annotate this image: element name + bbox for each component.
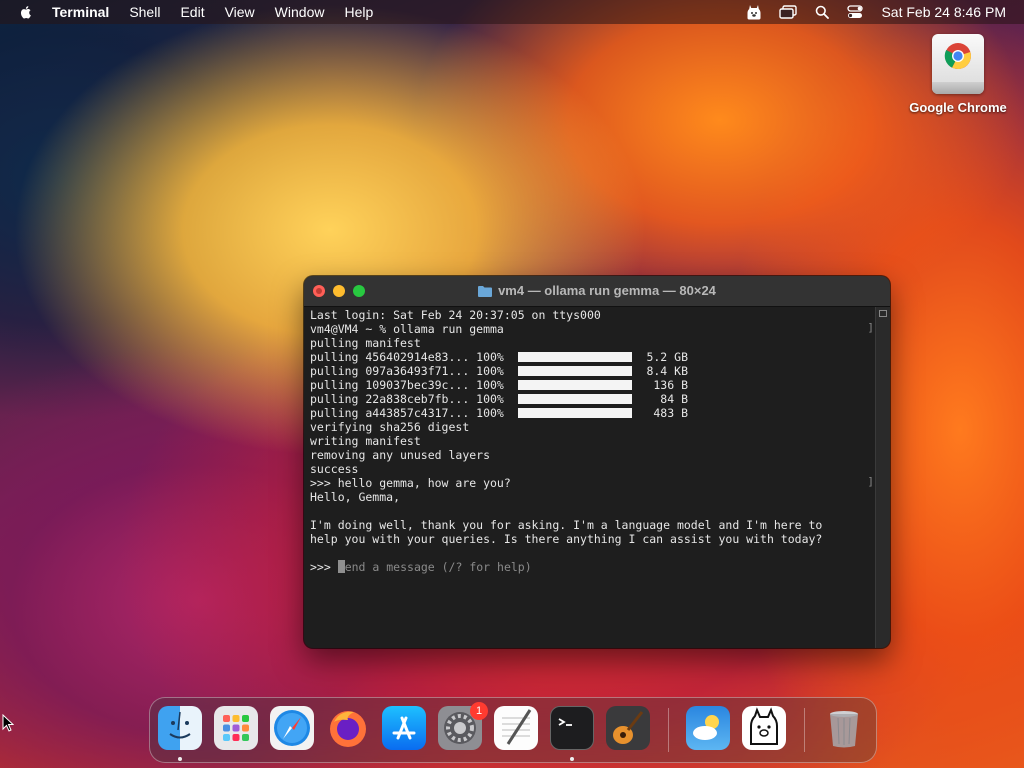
- progress-bar: [518, 394, 632, 404]
- progress-bar: [518, 408, 632, 418]
- mark-bracket: ]: [867, 321, 874, 334]
- dock-trash-icon[interactable]: [822, 706, 866, 750]
- textedit-icon: [502, 709, 532, 745]
- window-title-text: vm4 — ollama run gemma — 80×24: [498, 283, 716, 298]
- progress-bar: [518, 380, 632, 390]
- finder-face-icon: [169, 711, 191, 739]
- terminal-line: Last login: Sat Feb 24 20:37:05 on ttys0…: [310, 308, 601, 322]
- dock-separator: [668, 708, 669, 752]
- menu-edit[interactable]: Edit: [180, 0, 204, 24]
- spotlight-search-icon[interactable]: [815, 5, 830, 19]
- scrollbar[interactable]: [875, 307, 890, 648]
- pull-progress-line: pulling 22a838ceb7fb... 100% 84 B: [310, 392, 870, 406]
- menu-bar: Terminal Shell Edit View Window Help Sat…: [0, 0, 1024, 24]
- trash-icon: [830, 711, 858, 748]
- terminal-output[interactable]: Last login: Sat Feb 24 20:37:05 on ttys0…: [304, 307, 876, 648]
- dock-app-store-icon[interactable]: [382, 706, 426, 750]
- terminal-line: pulling manifest: [310, 336, 421, 350]
- launchpad-grid-icon: [223, 715, 249, 741]
- model-response-line: Hello, Gemma,: [310, 490, 401, 504]
- apple-menu-icon[interactable]: [18, 4, 34, 20]
- dock-weather-icon[interactable]: [686, 706, 730, 750]
- dock-textedit-icon[interactable]: [494, 706, 538, 750]
- pull-layer-size: 84 B: [660, 392, 688, 406]
- menu-help[interactable]: Help: [344, 0, 373, 24]
- pull-layer-label: pulling 109037bec39c... 100%: [310, 378, 504, 392]
- terminal-line: success: [310, 462, 359, 476]
- terminal-window[interactable]: vm4 — ollama run gemma — 80×24 Last logi…: [304, 276, 890, 648]
- mark-bracket: ]: [867, 475, 874, 488]
- pull-layer-size: 5.2 GB: [646, 350, 688, 364]
- message-input-placeholder[interactable]: end a message (/? for help): [345, 560, 532, 574]
- firefox-icon: [330, 711, 366, 747]
- menu-bar-clock[interactable]: Sat Feb 24 8:46 PM: [881, 4, 1006, 20]
- dock-ollama-icon[interactable]: [742, 706, 786, 750]
- app-store-icon: [392, 716, 416, 740]
- safari-compass-icon: [274, 710, 310, 746]
- pull-progress-line: pulling a443857c4317... 100% 483 B: [310, 406, 870, 420]
- drive-icon: [932, 34, 984, 94]
- terminal-line: vm4@VM4 ~ % ollama run gemma: [310, 322, 504, 336]
- dock-system-settings-icon[interactable]: 1: [438, 702, 488, 750]
- prompt-symbol: >>>: [310, 560, 338, 574]
- dock-terminal-icon[interactable]: [550, 706, 594, 750]
- screen-mirroring-icon[interactable]: [779, 5, 798, 19]
- llama-icon: [750, 707, 778, 745]
- pull-progress-line: pulling 456402914e83... 100% 5.2 GB: [310, 350, 870, 364]
- folder-icon: [478, 285, 493, 297]
- split-view-icon[interactable]: [879, 310, 887, 317]
- pull-layer-label: pulling 456402914e83... 100%: [310, 350, 504, 364]
- model-response-line: help you with your queries. Is there any…: [310, 532, 823, 546]
- dock-finder-icon[interactable]: [158, 706, 202, 750]
- mouse-pointer-icon: [2, 714, 14, 732]
- window-title: vm4 — ollama run gemma — 80×24: [304, 276, 890, 306]
- notification-badge: 1: [470, 702, 488, 720]
- terminal-prompt-icon: [558, 718, 572, 726]
- dock-garageband-icon[interactable]: [606, 706, 650, 750]
- menu-window[interactable]: Window: [275, 0, 325, 24]
- menu-view[interactable]: View: [225, 0, 255, 24]
- dock: 1: [149, 697, 877, 763]
- control-center-icon[interactable]: [847, 5, 864, 19]
- progress-bar: [518, 366, 632, 376]
- pull-layer-size: 136 B: [653, 378, 688, 392]
- menu-shell[interactable]: Shell: [129, 0, 160, 24]
- text-cursor: [337, 560, 345, 573]
- desktop-icon-google-chrome[interactable]: Google Chrome: [906, 34, 1010, 115]
- chat-input-line[interactable]: >>> end a message (/? for help): [310, 560, 870, 574]
- model-response-line: I'm doing well, thank you for asking. I'…: [310, 518, 823, 532]
- terminal-line: verifying sha256 digest: [310, 420, 470, 434]
- ollama-menu-icon[interactable]: [747, 4, 761, 20]
- user-prompt-line: >>> hello gemma, how are you?: [310, 476, 511, 490]
- window-titlebar[interactable]: vm4 — ollama run gemma — 80×24: [304, 276, 890, 307]
- app-menu-terminal[interactable]: Terminal: [52, 0, 109, 24]
- desktop-icon-label: Google Chrome: [909, 100, 1007, 115]
- dock-separator: [804, 708, 805, 752]
- running-indicator: [178, 757, 182, 761]
- pull-layer-label: pulling 097a36493f71... 100%: [310, 364, 504, 378]
- sun-cloud-icon: [693, 715, 719, 740]
- terminal-line: removing any unused layers: [310, 448, 491, 462]
- pull-progress-line: pulling 109037bec39c... 100% 136 B: [310, 378, 870, 392]
- progress-bar: [518, 352, 632, 362]
- dock-firefox-icon[interactable]: [326, 706, 370, 750]
- pull-progress-line: pulling 097a36493f71... 100% 8.4 KB: [310, 364, 870, 378]
- pull-layer-label: pulling 22a838ceb7fb... 100%: [310, 392, 504, 406]
- terminal-line: writing manifest: [310, 434, 421, 448]
- pull-layer-size: 8.4 KB: [646, 364, 688, 378]
- guitar-icon: [613, 711, 644, 744]
- dock-safari-icon[interactable]: [270, 706, 314, 750]
- pull-layer-size: 483 B: [653, 406, 688, 420]
- chrome-icon: [944, 43, 971, 70]
- pull-layer-label: pulling a443857c4317... 100%: [310, 406, 504, 420]
- dock-launchpad-icon[interactable]: [214, 706, 258, 750]
- running-indicator: [570, 757, 574, 761]
